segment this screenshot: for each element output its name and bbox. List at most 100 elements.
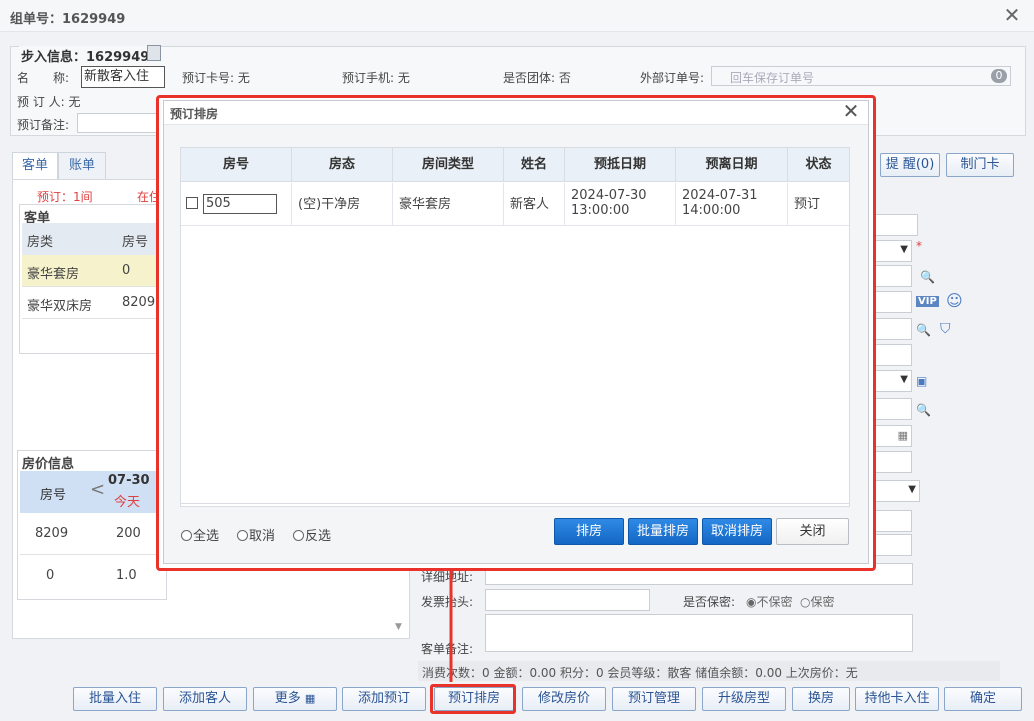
right-select-2[interactable]: ▼: [874, 370, 912, 392]
change-room-button[interactable]: 换房: [792, 687, 850, 711]
assign-room-button[interactable]: 排房: [554, 518, 624, 545]
radio-secret[interactable]: ○保密: [800, 593, 835, 610]
external-order-placeholder: 回车保存订单号: [730, 71, 815, 85]
guest-col-type: 房类: [27, 235, 54, 250]
reminder-button[interactable]: 提 醒(0): [880, 153, 940, 177]
add-user-icon[interactable]: ☺: [946, 291, 963, 310]
radio-invert-label: 反选: [305, 529, 332, 544]
copy-icon[interactable]: [147, 45, 161, 61]
col-status: 状态: [788, 148, 849, 182]
radio-select-all[interactable]: 全选: [181, 525, 219, 544]
col-arrive-date: 预抵日期: [565, 148, 676, 182]
guest-list: 客单 房类 房号 豪华套房 0 豪华双床房 8209: [19, 204, 167, 354]
shield-icon[interactable]: ⛉: [940, 321, 951, 337]
required-mark: *: [916, 239, 922, 253]
radio-cancel[interactable]: 取消: [237, 525, 275, 544]
price-row-value: 1.0: [116, 568, 137, 583]
right-field-9[interactable]: [874, 534, 912, 556]
guest-remark-input[interactable]: [485, 614, 913, 652]
upgrade-room-button[interactable]: 升级房型: [702, 687, 786, 711]
name-field[interactable]: 新散客入住: [81, 66, 165, 88]
assign-room-table: 房号 房态 房间类型 姓名 预抵日期 预离日期 状态 505 (空)干净房 豪华…: [180, 147, 850, 507]
price-row-room: 8209: [35, 526, 69, 541]
make-card-button[interactable]: 制门卡: [946, 153, 1014, 177]
table-row[interactable]: 505: [181, 183, 292, 226]
right-select-3[interactable]: ▼: [874, 480, 920, 502]
close-button[interactable]: 关闭: [776, 518, 849, 545]
booking-remark-label: 预订备注:: [17, 118, 70, 132]
prev-date-icon[interactable]: <: [90, 479, 105, 500]
cell-name: 新客人: [504, 183, 565, 226]
booking-phone-label: 预订手机: 无: [342, 71, 410, 85]
col-leave-date: 预离日期: [676, 148, 788, 182]
secret-label: 是否保密:: [683, 595, 736, 609]
radio-cancel-label: 取消: [249, 529, 276, 544]
table-row[interactable]: 8209 200: [20, 513, 166, 555]
price-col-date: 07-30: [108, 473, 150, 488]
id-card-icon[interactable]: ▣: [916, 374, 927, 388]
modify-price-button[interactable]: 修改房价: [522, 687, 606, 711]
stats-text: 消费次数：0 金额：0.00 积分：0 会员等级：散客 储值余额：0.00 上次…: [422, 666, 858, 680]
add-booking-button[interactable]: 添加预订: [342, 687, 426, 711]
booker-label: 预 订 人: 无: [17, 95, 81, 109]
price-col-room: 房号: [40, 488, 67, 503]
highlight-box: [430, 684, 516, 714]
search-icon[interactable]: 🔍: [916, 403, 931, 417]
table-row[interactable]: 豪华套房 0: [22, 255, 166, 287]
right-field-7[interactable]: [874, 451, 912, 473]
table-row[interactable]: 0 1.0: [20, 555, 166, 597]
close-icon[interactable]: ✕: [842, 99, 860, 123]
booking-count: 预订：1间: [37, 190, 93, 204]
tab-bill[interactable]: 账单: [58, 152, 106, 180]
scroll-down-icon[interactable]: ▼: [395, 622, 402, 632]
table-row[interactable]: 豪华双床房 8209: [22, 287, 166, 319]
radio-secret-label: 保密: [810, 595, 835, 609]
calendar-icon[interactable]: ▦: [898, 429, 908, 442]
right-field-6[interactable]: [874, 398, 912, 420]
confirm-button[interactable]: 确定: [944, 687, 1022, 711]
cancel-assign-room-button[interactable]: 取消排房: [702, 518, 772, 545]
group-label: 是否团体: 否: [503, 71, 571, 85]
more-button[interactable]: 更多 ▦: [253, 687, 337, 711]
radio-not-secret[interactable]: ◉不保密: [746, 593, 793, 610]
row-checkbox[interactable]: [186, 197, 198, 209]
search-icon[interactable]: 🔍: [920, 270, 935, 284]
stats-bar: 消费次数：0 金额：0.00 积分：0 会员等级：散客 储值余额：0.00 上次…: [418, 661, 1000, 681]
add-guest-button[interactable]: 添加客人: [163, 687, 247, 711]
right-field-1[interactable]: [874, 214, 918, 236]
right-field-4[interactable]: [874, 318, 912, 340]
right-field-8[interactable]: [874, 510, 912, 532]
batch-assign-room-button[interactable]: 批量排房: [628, 518, 698, 545]
col-name: 姓名: [504, 148, 565, 182]
invoice-input[interactable]: [485, 589, 650, 611]
booking-manage-button[interactable]: 预订管理: [612, 687, 696, 711]
booking-remark-input[interactable]: [77, 113, 167, 133]
radio-invert[interactable]: 反选: [293, 525, 331, 544]
cell-room-state: (空)干净房: [292, 183, 393, 226]
col-room-state: 房态: [292, 148, 393, 182]
other-card-checkin-button[interactable]: 持他卡入住: [855, 687, 939, 711]
vip-icon[interactable]: VIP: [916, 296, 939, 307]
price-row-value: 200: [116, 526, 141, 541]
right-select-1[interactable]: ▼: [874, 240, 912, 262]
grid-icon: ▦: [304, 692, 316, 705]
window-close-icon[interactable]: ✕: [1002, 4, 1022, 26]
dialog-title: 预订排房: [170, 107, 219, 121]
room-number-input[interactable]: 505: [203, 194, 277, 214]
right-field-2[interactable]: [874, 265, 912, 287]
external-order-input[interactable]: 回车保存订单号 0: [711, 66, 1011, 86]
guest-list-header: 房类 房号: [22, 223, 166, 255]
more-button-label: 更多: [274, 691, 301, 706]
cell-room-type: 豪华套房: [393, 183, 504, 226]
cell-leave-time: 14:00:00: [682, 203, 741, 218]
cell-arrive-date: 2024-07-30: [571, 188, 647, 203]
tab-guest-order[interactable]: 客单: [12, 152, 58, 180]
batch-checkin-button[interactable]: 批量入住: [73, 687, 157, 711]
dialog-header: 预订排房 ✕: [164, 99, 868, 125]
right-field-5[interactable]: [874, 344, 912, 366]
right-date-field[interactable]: ▦: [874, 425, 912, 447]
window-titlebar: 组单号：1629949 ✕: [0, 0, 1034, 32]
search-icon[interactable]: 🔍: [916, 323, 931, 337]
right-field-3[interactable]: [874, 291, 912, 313]
name-label: 名 称:: [17, 71, 70, 85]
